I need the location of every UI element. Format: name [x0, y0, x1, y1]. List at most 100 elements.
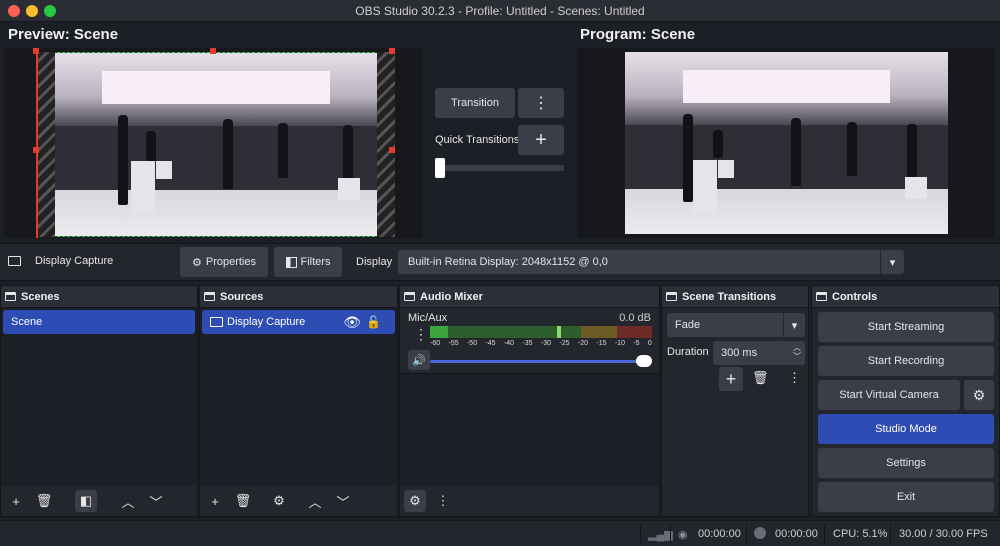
resize-handle[interactable] — [389, 147, 395, 153]
t-bar-handle[interactable] — [435, 158, 445, 178]
duration-value: 300 ms — [721, 347, 758, 359]
cpu-usage: CPU: 5.1% — [833, 528, 888, 540]
gear-icon: ⚙ — [191, 256, 202, 269]
preview-label: Preview: Scene — [8, 26, 119, 43]
controls-body: Start Streaming Start Recording Start Vi… — [812, 308, 999, 516]
filters-button[interactable]: Filters — [274, 247, 342, 277]
resize-handle[interactable] — [33, 147, 39, 153]
monitor-icon — [210, 317, 223, 327]
controls-title: Controls — [832, 290, 878, 303]
source-item[interactable]: Display Capture 👁 🔓 — [202, 310, 395, 334]
filters-icon — [285, 256, 297, 268]
scenes-title: Scenes — [21, 290, 60, 303]
transition-button[interactable]: Transition — [435, 88, 515, 118]
scenes-dock: Scenes Scene + 🗑 ◧ ︿ ﹀ — [0, 285, 198, 517]
resize-handle[interactable] — [33, 48, 39, 54]
channel-menu-icon[interactable]: ⋮ — [414, 326, 428, 343]
stream-time: 00:00:00 — [698, 528, 741, 540]
source-bounds-line — [36, 52, 38, 238]
out-of-bounds-left — [37, 52, 55, 237]
add-transition-plus-icon[interactable]: + — [719, 367, 743, 391]
dock-window-icon[interactable] — [816, 292, 827, 301]
remove-source-trash-icon[interactable]: 🗑 — [232, 490, 254, 512]
selected-source-name: Display Capture — [35, 255, 114, 267]
move-scene-down-chevron-icon[interactable]: ﹀ — [145, 490, 167, 512]
start-recording-button[interactable]: Start Recording — [818, 346, 994, 376]
window-title: OBS Studio 30.2.3 - Profile: Untitled - … — [355, 4, 645, 18]
properties-button[interactable]: ⚙ Properties — [180, 247, 268, 277]
transition-more-icon[interactable]: ⋮ — [518, 88, 564, 118]
resize-handle[interactable] — [389, 48, 395, 54]
transition-select-value: Fade — [675, 319, 701, 331]
move-source-up-chevron-icon[interactable]: ︿ — [304, 490, 326, 512]
record-status-icon — [754, 527, 766, 539]
stepper-arrows-icon[interactable]: ︿ ﹀ — [793, 343, 801, 361]
preview-canvas[interactable] — [4, 48, 422, 238]
virtual-camera-gear-icon[interactable]: ⚙ — [964, 380, 994, 410]
remove-scene-trash-icon[interactable]: 🗑 — [33, 490, 55, 512]
fps-readout: 30.00 / 30.00 FPS — [899, 528, 988, 540]
advanced-audio-gears-icon[interactable]: ⚙ — [404, 490, 426, 512]
remove-transition-trash-icon[interactable]: 🗑 — [752, 370, 769, 386]
dock-window-icon[interactable] — [404, 292, 415, 301]
audio-mixer-title: Audio Mixer — [420, 290, 483, 303]
add-quick-transition-plus-icon[interactable]: + — [518, 125, 564, 155]
dock-window-icon[interactable] — [204, 292, 215, 301]
program-label: Program: Scene — [580, 26, 696, 43]
quick-transitions-label: Quick Transitions — [435, 134, 520, 146]
duration-stepper[interactable]: 300 ms ︿ ﹀ — [713, 341, 805, 365]
add-scene-plus-icon[interactable]: + — [5, 490, 27, 512]
exit-button[interactable]: Exit — [818, 482, 994, 512]
sources-list[interactable]: Display Capture 👁 🔓 — [200, 308, 397, 486]
program-video — [625, 52, 948, 234]
dock-window-icon[interactable] — [666, 292, 677, 301]
channel-level: 0.0 dB — [619, 312, 651, 324]
source-context-bar: Display Capture ⚙ Properties Filters Dis… — [0, 243, 1000, 281]
monitor-icon — [8, 256, 21, 266]
mixer-channel: Mic/Aux 0.0 dB ⋮ -60 -55 -50 -45 -40 -35 -30 -2… — [400, 308, 659, 374]
volume-slider-handle[interactable] — [636, 355, 652, 367]
volume-slider[interactable] — [430, 360, 650, 363]
network-bars-icon: ▂▄▆ — [648, 529, 673, 541]
chevron-down-icon: ▾ — [783, 313, 805, 337]
add-source-plus-icon[interactable]: + — [204, 490, 226, 512]
record-time: 00:00:00 — [775, 528, 818, 540]
studio-mode-button[interactable]: Studio Mode — [818, 414, 994, 444]
sources-title: Sources — [220, 290, 264, 303]
move-scene-up-chevron-icon[interactable]: ︿ — [117, 490, 139, 512]
properties-button-label: Properties — [205, 256, 256, 268]
unlocked-lock-icon[interactable]: 🔓 — [366, 315, 381, 329]
stream-status-icon: ◉ — [678, 529, 688, 541]
preview-video[interactable] — [37, 52, 395, 237]
mixer-menu-icon[interactable]: ⋮ — [432, 490, 454, 512]
scene-transitions-dock: Scene Transitions Fade ▾ Duration 300 ms… — [661, 285, 809, 517]
scene-item[interactable]: Scene — [3, 310, 195, 334]
settings-button[interactable]: Settings — [818, 448, 994, 478]
scene-transitions-body: Fade ▾ Duration 300 ms ︿ ﹀ + 🗑 ⋮ — [662, 308, 808, 516]
source-properties-gear-icon[interactable]: ⚙ — [268, 490, 290, 512]
speaker-mute-icon[interactable]: 🔊 — [408, 350, 430, 370]
display-select-value: Built-in Retina Display: 2048x1152 @ 0,0 — [408, 256, 608, 268]
display-select[interactable]: Built-in Retina Display: 2048x1152 @ 0,0… — [398, 250, 904, 274]
dock-window-icon[interactable] — [5, 292, 16, 301]
filters-button-label: Filters — [300, 256, 331, 268]
program-canvas — [577, 48, 995, 238]
resize-handle[interactable] — [210, 48, 216, 54]
start-streaming-button[interactable]: Start Streaming — [818, 312, 994, 342]
chevron-down-icon: ▾ — [880, 250, 904, 274]
audio-mixer-dock: Audio Mixer Mic/Aux 0.0 dB ⋮ -60 -55 -50 -4… — [399, 285, 660, 517]
transition-menu-icon[interactable]: ⋮ — [788, 370, 801, 386]
scenes-list[interactable]: Scene — [1, 308, 197, 486]
sources-dock: Sources Display Capture 👁 🔓 + 🗑 ⚙ ︿ ﹀ — [199, 285, 398, 517]
start-virtual-camera-button[interactable]: Start Virtual Camera — [818, 380, 960, 410]
source-item-name: Display Capture — [227, 316, 306, 328]
transition-select[interactable]: Fade ▾ — [667, 313, 805, 337]
scene-transitions-title: Scene Transitions — [682, 290, 777, 303]
audio-mixer-body: Mic/Aux 0.0 dB ⋮ -60 -55 -50 -45 -40 -35 -30 -2… — [400, 308, 659, 486]
t-bar-track[interactable] — [436, 165, 564, 171]
scene-filters-icon[interactable]: ◧ — [75, 490, 97, 512]
move-source-down-chevron-icon[interactable]: ﹀ — [332, 490, 354, 512]
duration-label: Duration — [667, 346, 709, 358]
title-bar: OBS Studio 30.2.3 - Profile: Untitled - … — [0, 0, 1000, 22]
eye-icon[interactable]: 👁 — [343, 314, 361, 331]
